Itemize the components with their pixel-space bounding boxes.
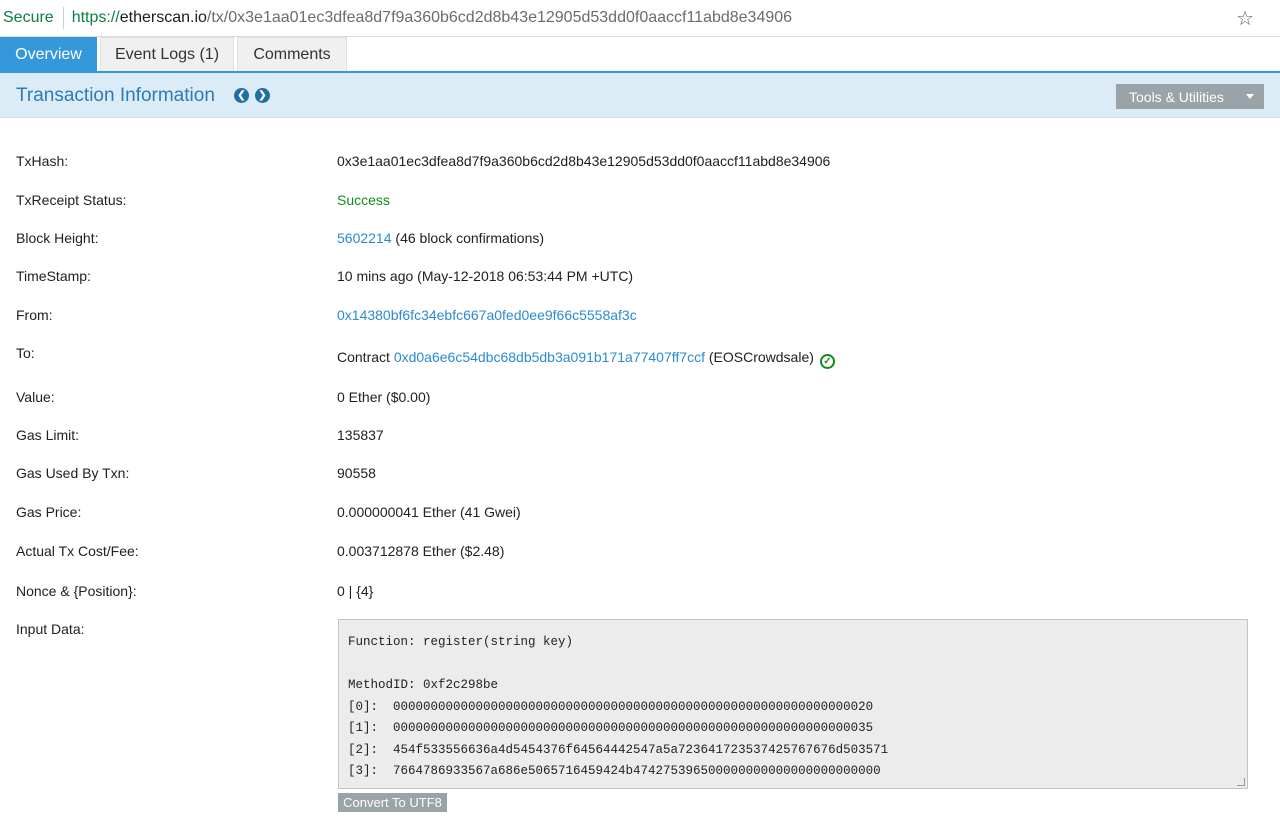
block-value-group: 5602214 (46 block confirmations) — [337, 230, 544, 246]
timestamp-label: TimeStamp: — [16, 268, 91, 284]
tools-utilities-dropdown[interactable]: Tools & Utilities — [1116, 84, 1264, 109]
tab-bar: Overview Event Logs (1) Comments — [0, 37, 1280, 73]
convert-utf8-button[interactable]: Convert To UTF8 — [338, 793, 447, 812]
to-value-group: Contract 0xd0a6e6c54dbc68db5db3a091b171a… — [337, 349, 835, 369]
url-scheme: https:// — [71, 9, 120, 26]
txhash-label: TxHash: — [16, 153, 69, 169]
gas-price-value: 0.000000041 Ether (41 Gwei) — [337, 504, 521, 520]
from-address-link[interactable]: 0x14380bf6fc34ebfc667a0fed0ee9f66c5558af… — [337, 307, 637, 323]
detail-row-value: Value: 0 Ether ($0.00) — [0, 389, 1280, 409]
gas-used-value: 90558 — [337, 465, 376, 481]
address-bar[interactable]: Secure https://etherscan.io/tx/0x3e1aa01… — [0, 0, 1280, 37]
block-label: Block Height: — [16, 230, 99, 246]
detail-row-gas-price: Gas Price: 0.000000041 Ether (41 Gwei) — [0, 504, 1280, 524]
timestamp-value: 10 mins ago (May-12-2018 06:53:44 PM +UT… — [337, 268, 634, 284]
section-header: Transaction Information ❮ ❯ Tools & Util… — [0, 73, 1280, 118]
gas-limit-label: Gas Limit: — [16, 427, 80, 443]
input-data-textarea[interactable]: Function: register(string key) MethodID:… — [338, 619, 1248, 789]
url-host: etherscan.io — [119, 9, 207, 26]
nonce-value: 0 | {4} — [337, 583, 374, 599]
fee-value: 0.003712878 Ether ($2.48) — [337, 543, 505, 559]
detail-row-gas-limit: Gas Limit: 135837 — [0, 427, 1280, 447]
detail-row-timestamp: TimeStamp: 10 mins ago (May-12-2018 06:5… — [0, 268, 1280, 288]
tab-overview[interactable]: Overview — [0, 37, 97, 71]
txhash-value: 0x3e1aa01ec3dfea8d7f9a360b6cd2d8b43e1290… — [337, 153, 831, 169]
from-label: From: — [16, 307, 53, 323]
detail-row-nonce: Nonce & {Position}: 0 | {4} — [0, 583, 1280, 603]
to-contract-prefix: Contract — [337, 349, 390, 365]
resize-handle[interactable] — [1237, 778, 1245, 786]
block-confirmations: (46 block confirmations) — [395, 230, 545, 246]
gas-limit-value: 135837 — [337, 427, 384, 443]
input-data-label: Input Data: — [16, 621, 85, 637]
detail-row-fee: Actual Tx Cost/Fee: 0.003712878 Ether ($… — [0, 543, 1280, 563]
tab-event-logs[interactable]: Event Logs (1) — [100, 37, 234, 71]
gas-price-label: Gas Price: — [16, 504, 82, 520]
detail-row-gas-used: Gas Used By Txn: 90558 — [0, 465, 1280, 485]
detail-row-status: TxReceipt Status: Success — [0, 192, 1280, 212]
detail-row-txhash: TxHash: 0x3e1aa01ec3dfea8d7f9a360b6cd2d8… — [0, 153, 1280, 173]
input-data-text: Function: register(string key) MethodID:… — [348, 635, 889, 778]
tools-utilities-label: Tools & Utilities — [1129, 88, 1224, 105]
detail-row-from: From: 0x14380bf6fc34ebfc667a0fed0ee9f66c… — [0, 307, 1280, 327]
value-value: 0 Ether ($0.00) — [337, 389, 431, 405]
url-path: /tx/0x3e1aa01ec3dfea8d7f9a360b6cd2d8b43e… — [206, 9, 793, 26]
detail-row-block: Block Height: 5602214 (46 block confirma… — [0, 230, 1280, 250]
detail-row-to: Contract 0xd0a6e6c54dbc68db5db3a091b171a… — [0, 349, 1280, 369]
gas-used-label: Gas Used By Txn: — [16, 465, 130, 481]
status-label: TxReceipt Status: — [16, 192, 127, 208]
status-value: Success — [337, 192, 390, 208]
block-height-link[interactable]: 5602214 — [337, 230, 392, 246]
to-contract-name: (EOSCrowdsale) — [708, 349, 814, 365]
chevron-left-icon[interactable]: ❮ — [234, 88, 249, 103]
tab-comments[interactable]: Comments — [237, 37, 347, 71]
value-label: Value: — [16, 389, 55, 405]
verified-check-icon: ✓ — [819, 354, 835, 369]
address-divider — [62, 7, 64, 29]
caret-down-icon — [1246, 94, 1254, 99]
bookmark-star-icon[interactable]: ☆ — [1236, 6, 1254, 31]
to-address-link[interactable]: 0xd0a6e6c54dbc68db5db3a091b171a77407ff7c… — [394, 349, 705, 365]
secure-indicator[interactable]: Secure — [0, 9, 54, 27]
fee-label: Actual Tx Cost/Fee: — [16, 543, 139, 559]
page-title: Transaction Information — [16, 85, 215, 106]
url-text[interactable]: https://etherscan.io/tx/0x3e1aa01ec3dfea… — [72, 9, 792, 27]
chevron-right-icon[interactable]: ❯ — [255, 88, 270, 103]
nonce-label: Nonce & {Position}: — [16, 583, 137, 599]
